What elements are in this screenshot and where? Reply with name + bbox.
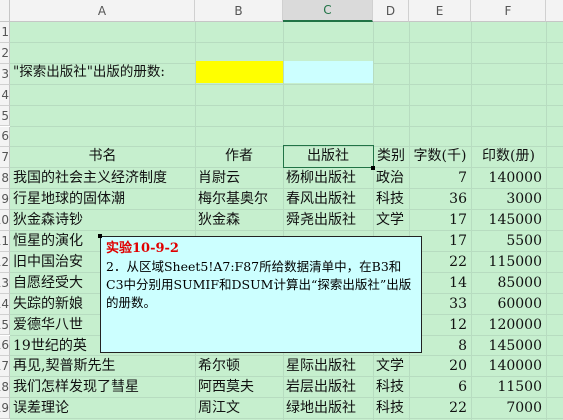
row-gridline	[10, 104, 563, 106]
table-cell-category[interactable]: 科技	[373, 188, 409, 210]
table-cell-category[interactable]: 文学	[373, 355, 409, 377]
table-cell-author[interactable]: 狄金森	[195, 209, 283, 231]
column-header-a[interactable]: A	[10, 0, 195, 22]
table-cell-words[interactable]: 36	[409, 188, 471, 210]
row-header-17[interactable]: 17	[0, 356, 10, 378]
cell-comment-note: 实验10-9-2 2．从区域Sheet5!A7:F87所给数据清单中，在B3和C…	[100, 236, 422, 353]
table-cell-publisher[interactable]: 星际出版社	[283, 355, 373, 377]
table-cell-copies[interactable]: 5500	[471, 230, 546, 252]
row-header-15[interactable]: 15	[0, 314, 10, 336]
table-cell-copies[interactable]: 145000	[471, 209, 546, 231]
row-header-19[interactable]: 19	[0, 398, 10, 420]
cell-c3-highlight[interactable]	[284, 61, 373, 83]
column-header-b[interactable]: B	[195, 0, 283, 22]
table-cell-words[interactable]: 6	[409, 376, 471, 398]
row-gridline	[10, 125, 563, 127]
row-header-14[interactable]: 14	[0, 293, 10, 315]
row-gridline	[10, 41, 563, 43]
table-cell-words[interactable]: 17	[409, 209, 471, 231]
table-cell-copies[interactable]: 85000	[471, 272, 546, 294]
table-cell-words[interactable]: 20	[409, 355, 471, 377]
table-cell-book[interactable]: 行星地球的固体潮	[10, 188, 195, 210]
table-cell-author[interactable]: 周江文	[195, 397, 283, 419]
comment-anchor-handle	[98, 234, 102, 238]
row-header-10[interactable]: 10	[0, 210, 10, 231]
table-cell-category[interactable]: 科技	[373, 376, 409, 398]
row-header-2[interactable]: 2	[0, 42, 10, 64]
table-cell-copies[interactable]: 3000	[471, 188, 546, 210]
label-cell-a3[interactable]: "探索出版社"出版的册数:	[10, 61, 195, 83]
row-header-13[interactable]: 13	[0, 272, 10, 294]
table-cell-publisher[interactable]: 绿地出版社	[283, 397, 373, 419]
table-cell-book[interactable]: 我们怎样发现了彗星	[10, 376, 195, 398]
table-cell-publisher[interactable]: 舜尧出版社	[283, 209, 373, 231]
column-header-g[interactable]	[546, 0, 563, 22]
column-gridline	[546, 22, 547, 420]
comment-body: 2．从区域Sheet5!A7:F87所给数据清单中，在B3和C3中分别用SUMI…	[106, 259, 412, 310]
table-cell-copies[interactable]: 140000	[471, 167, 546, 189]
table-cell-book[interactable]: 狄金森诗钞	[10, 209, 195, 231]
row-header-1[interactable]: 1	[0, 22, 10, 43]
row-header-4[interactable]: 4	[0, 84, 10, 106]
table-cell-copies[interactable]: 145000	[471, 335, 546, 357]
row-header-5[interactable]: 5	[0, 105, 10, 127]
column-header-d[interactable]: D	[373, 0, 409, 22]
table-cell-words[interactable]: 7	[409, 167, 471, 189]
table-cell-book[interactable]: 我国的社会主义经济制度	[10, 167, 195, 189]
table-cell-category[interactable]: 科技	[373, 397, 409, 419]
row-header-8[interactable]: 8	[0, 168, 10, 190]
active-cell-c7[interactable]	[283, 145, 374, 168]
table-cell-author[interactable]: 肖尉云	[195, 167, 283, 189]
table-cell-copies[interactable]: 11500	[471, 376, 546, 398]
row-header-6[interactable]: 6	[0, 126, 10, 148]
row-header-11[interactable]: 11	[0, 231, 10, 252]
table-cell-publisher[interactable]: 岩层出版社	[283, 376, 373, 398]
cell-b3-highlight[interactable]	[196, 61, 283, 83]
table-cell-book[interactable]: 再见,契普斯先生	[10, 355, 195, 377]
column-header-f[interactable]: F	[471, 0, 546, 22]
table-cell-author[interactable]: 希尔顿	[195, 355, 283, 377]
table-cell-publisher[interactable]: 春风出版社	[283, 188, 373, 210]
header-book[interactable]: 书名	[10, 145, 195, 167]
table-cell-author[interactable]: 梅尔基奥尔	[195, 188, 283, 210]
spreadsheet: A B C D E F 1234567891011121314151617181…	[0, 0, 563, 420]
header-copies[interactable]: 印数(册)	[471, 145, 546, 167]
column-header-c[interactable]: C	[283, 0, 373, 22]
table-cell-book[interactable]: 误差理论	[10, 397, 195, 419]
table-cell-copies[interactable]: 60000	[471, 293, 546, 315]
header-category[interactable]: 类别	[373, 145, 409, 167]
table-cell-copies[interactable]: 140000	[471, 355, 546, 377]
table-cell-category[interactable]: 政治	[373, 167, 409, 189]
table-cell-copies[interactable]: 7000	[471, 397, 546, 419]
row-header-16[interactable]: 16	[0, 335, 10, 357]
comment-title: 实验10-9-2	[106, 241, 179, 256]
table-cell-category[interactable]: 文学	[373, 209, 409, 231]
table-cell-copies[interactable]: 120000	[471, 314, 546, 336]
row-header-18[interactable]: 18	[0, 377, 10, 399]
table-cell-publisher[interactable]: 杨柳出版社	[283, 167, 373, 189]
header-words[interactable]: 字数(千)	[409, 145, 471, 167]
table-cell-words[interactable]: 22	[409, 397, 471, 419]
column-header-e[interactable]: E	[409, 0, 471, 22]
table-cell-copies[interactable]: 115000	[471, 251, 546, 273]
row-gridline	[10, 83, 563, 85]
header-author[interactable]: 作者	[195, 145, 283, 167]
table-cell-author[interactable]: 阿西莫夫	[195, 376, 283, 398]
row-header-7[interactable]: 7	[0, 147, 10, 169]
row-header-9[interactable]: 9	[0, 189, 10, 211]
row-header-3[interactable]: 3	[0, 63, 10, 85]
row-header-12[interactable]: 12	[0, 251, 10, 273]
select-all-corner[interactable]	[0, 0, 10, 22]
